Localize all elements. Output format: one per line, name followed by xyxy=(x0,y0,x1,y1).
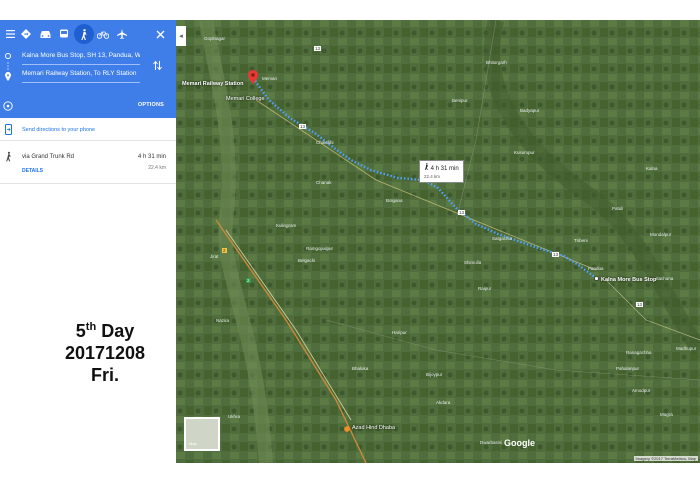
origin-marker-icon[interactable] xyxy=(594,276,599,281)
place-label: Kusumpur xyxy=(514,150,535,155)
options-button[interactable]: OPTIONS xyxy=(138,102,164,108)
directions-header: Kalna More Bus Stop, SH 13, Pandua, W Me… xyxy=(0,20,176,118)
place-label: Bhaluka xyxy=(352,366,369,371)
route-markers-icon xyxy=(5,53,11,81)
route-distance: 22.4 km xyxy=(148,165,166,171)
flight-icon[interactable] xyxy=(112,24,132,44)
place-label: Shimulia xyxy=(464,260,482,265)
place-label: Kulingram xyxy=(276,223,297,228)
place-label: Bhitorgarh xyxy=(486,60,507,65)
road-shield: 2 xyxy=(222,248,227,253)
place-label: Goplnagar xyxy=(204,36,226,41)
callout-distance: 22.4 km xyxy=(424,174,441,179)
place-label: Akdara xyxy=(436,400,451,405)
restaurant-icon[interactable] xyxy=(344,426,350,432)
place-label: Mondalpur xyxy=(650,232,672,237)
dhaba-label: Azad Hind Dhaba xyxy=(352,425,396,431)
collapse-panel-button[interactable]: ◂ xyxy=(176,26,186,46)
place-label: Itachuna xyxy=(656,276,674,281)
road-shield: 13 xyxy=(636,302,644,307)
road-shield: 2 xyxy=(246,278,251,283)
place-label: Pahalanpur xyxy=(616,366,640,371)
start-label: Memari Railway Station xyxy=(182,81,244,87)
place-label: Dwarbasini xyxy=(480,440,503,445)
place-label: Memari xyxy=(262,76,278,81)
destination-pin-icon[interactable] xyxy=(248,70,258,84)
place-label: Raipur xyxy=(478,286,492,291)
place-label: Madhupur xyxy=(676,346,697,351)
place-label: Kalna xyxy=(646,166,658,171)
place-label: Bijoypur xyxy=(426,372,443,377)
options-bar: OPTIONS xyxy=(0,96,176,118)
place-label: Chakdihi xyxy=(316,140,334,145)
satellite-map[interactable]: Goplnagar Memari Benipur Bhitorgarh Bady… xyxy=(176,20,700,463)
route-via-label: via Grand Trunk Rd xyxy=(22,154,75,160)
map-attribution[interactable]: Imagery ©2017 TerraMetrics, Map xyxy=(633,456,698,461)
walking-icon[interactable] xyxy=(74,24,94,44)
walking-callout-icon xyxy=(424,163,429,170)
college-label: Memari College xyxy=(226,96,265,102)
phone-icon xyxy=(5,124,12,135)
map-imagery xyxy=(176,20,700,463)
walking-route-icon xyxy=(6,151,11,162)
swap-icon[interactable] xyxy=(153,60,162,71)
place-label: Mugra xyxy=(660,412,673,417)
place-label: Bolgana xyxy=(386,198,403,203)
route-duration: 4 h 31 min xyxy=(137,154,166,160)
cycling-icon[interactable] xyxy=(93,24,113,44)
send-to-phone-link[interactable]: Send directions to your phone xyxy=(22,127,95,133)
place-label: Ranagachha xyxy=(626,350,652,355)
map-layer-toggle[interactable]: Map xyxy=(184,417,220,451)
date-line: 20171208 xyxy=(64,343,146,363)
divider xyxy=(0,183,176,184)
place-label: Pandua xyxy=(588,266,604,271)
route-callout[interactable]: 4 h 31 min 22.4 km xyxy=(419,160,464,183)
place-label: Ukhra xyxy=(228,414,241,419)
place-label: Belgachi xyxy=(298,258,316,263)
place-label: Satgachia xyxy=(492,236,513,241)
place-label: Nazira xyxy=(216,318,230,323)
end-label: Kalna More Bus Stop xyxy=(601,277,657,283)
origin-field[interactable]: Kalna More Bus Stop, SH 13, Pandua, W xyxy=(22,50,140,65)
chevron-left-icon: ◂ xyxy=(179,33,183,40)
directions-panel: Kalna More Bus Stop, SH 13, Pandua, W Me… xyxy=(0,20,176,463)
add-destination-icon[interactable] xyxy=(3,101,13,111)
road-shield: 13 xyxy=(552,252,560,257)
place-label: Haripur xyxy=(392,330,407,335)
driving-icon[interactable] xyxy=(35,24,55,44)
place-label: Tribeni xyxy=(574,238,588,243)
layer-toggle-label: Map xyxy=(189,441,197,446)
place-label: Benipur xyxy=(452,98,468,103)
destination-field[interactable]: Memari Railway Station, To RLY Station xyxy=(22,68,140,83)
place-label: Badyapur xyxy=(520,108,540,113)
road-shield: 13 xyxy=(458,210,466,215)
place-label: Patuli xyxy=(612,206,624,211)
divider xyxy=(0,140,176,141)
weekday-line: Fri. xyxy=(90,365,119,385)
road-shield: 13 xyxy=(299,124,307,129)
day-note: 5th Day 20171208 Fri. xyxy=(40,316,170,386)
place-label: Ramgopalpur xyxy=(306,246,334,251)
best-route-icon[interactable] xyxy=(16,24,36,44)
place-label: Jirat xyxy=(210,254,219,259)
travel-mode-bar xyxy=(0,20,176,48)
place-label: Chanak xyxy=(316,180,332,185)
day-number-line: 5th Day xyxy=(75,321,135,341)
close-icon[interactable] xyxy=(150,24,170,44)
google-logo: Google xyxy=(504,438,535,448)
place-label: Amodpur xyxy=(632,388,651,393)
screen-frame: Kalna More Bus Stop, SH 13, Pandua, W Me… xyxy=(0,20,700,463)
callout-duration: 4 h 31 min xyxy=(430,166,459,172)
road-shield: 13 xyxy=(314,46,322,51)
details-link[interactable]: DETAILS xyxy=(22,168,43,174)
transit-icon[interactable] xyxy=(54,24,74,44)
